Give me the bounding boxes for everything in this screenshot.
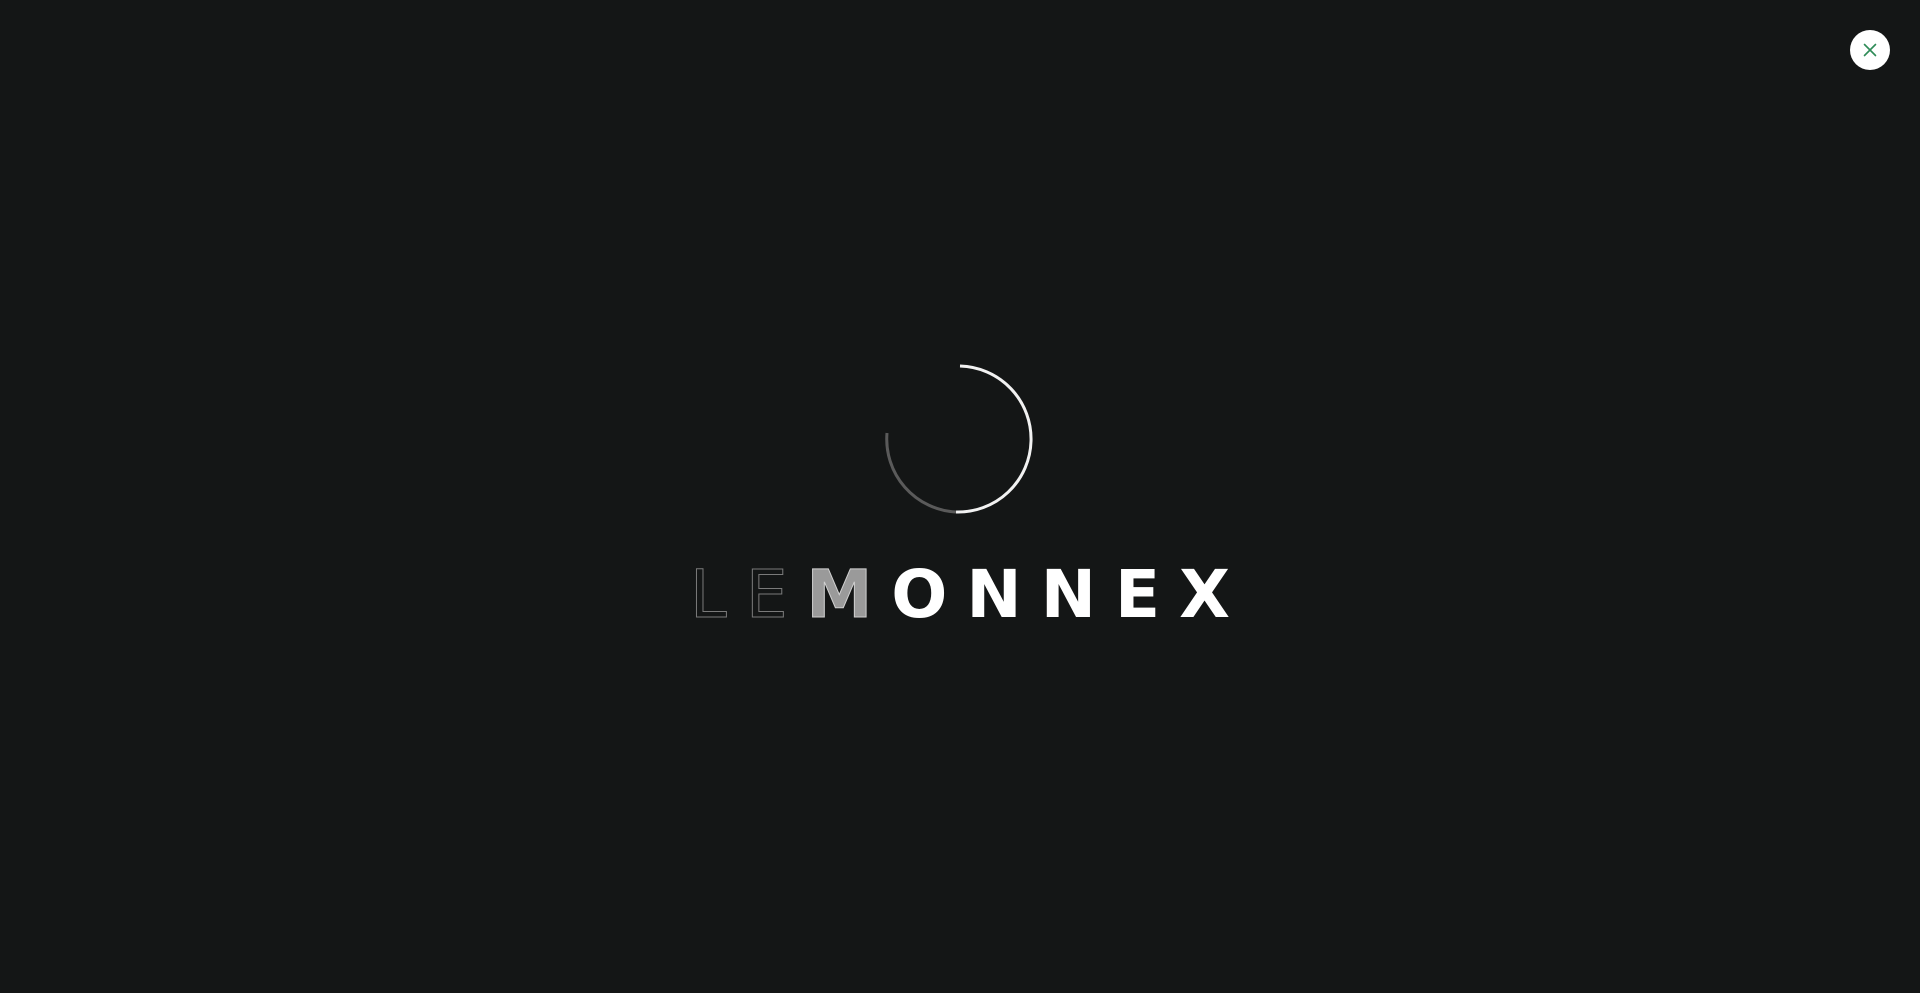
brand-letter: E	[745, 556, 788, 633]
brand-letter: N	[966, 556, 1022, 633]
loading-screen: L E M O N N E X	[0, 0, 1920, 993]
close-icon	[1863, 43, 1877, 57]
brand-letter: X	[1179, 556, 1230, 633]
brand-logo: L E M O N N E X	[690, 556, 1230, 633]
brand-letter: M	[806, 556, 873, 633]
brand-letter: N	[1040, 556, 1096, 633]
brand-letter: L	[690, 556, 728, 633]
loading-spinner-icon	[885, 364, 1033, 514]
close-button[interactable]	[1850, 30, 1890, 70]
brand-letter: O	[891, 556, 948, 633]
brand-letter: E	[1114, 556, 1161, 633]
